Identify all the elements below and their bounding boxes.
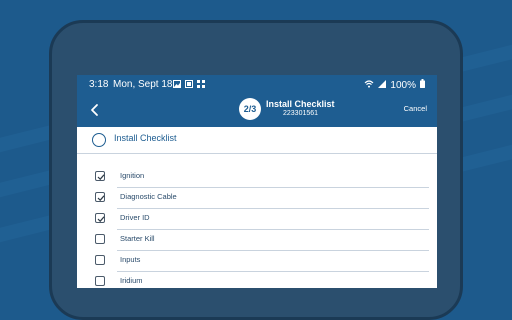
page-subtitle: 223301561 [283, 110, 319, 117]
checklist-status-circle[interactable] [92, 133, 106, 147]
phone-screen: 3:18 Mon, Sept 18 100% 2/3 Install Check… [77, 75, 437, 288]
checklist-item-label: Inputs [120, 255, 141, 264]
chevron-left-icon [87, 104, 103, 123]
notification-icons [173, 80, 205, 88]
status-time: 3:18 [89, 79, 109, 90]
cancel-button[interactable]: Cancel [404, 104, 427, 113]
wifi-icon [364, 79, 374, 91]
checklist-item-label: Iridium [120, 276, 143, 285]
page-title: Install Checklist [266, 99, 335, 109]
checklist-item-label: Diagnostic Cable [120, 192, 177, 201]
checklist-item-ignition[interactable]: Ignition [77, 167, 437, 188]
checkbox[interactable] [95, 276, 105, 286]
status-date: Mon, Sept 18 [113, 79, 173, 90]
checklist-item-inputs[interactable]: Inputs [77, 251, 437, 272]
card-icon [185, 80, 193, 88]
checklist-item-label: Ignition [120, 171, 145, 180]
checklist-item-starter-kill[interactable]: Starter Kill [77, 230, 437, 251]
battery-percent: 100% [390, 79, 416, 91]
checkbox[interactable] [95, 213, 105, 223]
back-button[interactable] [87, 101, 103, 119]
step-indicator: 2/3 [239, 98, 261, 120]
image-icon [173, 80, 181, 88]
checklist-heading-label: Install Checklist [114, 133, 177, 143]
checkbox[interactable] [95, 234, 105, 244]
checklist-heading[interactable]: Install Checklist [77, 127, 437, 154]
signal-icon [378, 79, 387, 91]
checkbox[interactable] [95, 255, 105, 265]
checklist-item-iridium[interactable]: Iridium [77, 272, 437, 288]
checkbox[interactable] [95, 192, 105, 202]
checkbox[interactable] [95, 171, 105, 181]
checklist-item-label: Starter Kill [120, 234, 155, 243]
checklist-item-driver-id[interactable]: Driver ID [77, 209, 437, 230]
checklist-item-label: Driver ID [120, 213, 150, 222]
status-bar: 3:18 Mon, Sept 18 100% [77, 75, 437, 95]
app-header: 2/3 Install Checklist 223301561 Cancel [77, 95, 437, 127]
battery-icon [420, 79, 425, 91]
grid-icon [197, 80, 205, 88]
checklist-item-diagnostic-cable[interactable]: Diagnostic Cable [77, 188, 437, 209]
status-right: 100% [364, 79, 425, 91]
